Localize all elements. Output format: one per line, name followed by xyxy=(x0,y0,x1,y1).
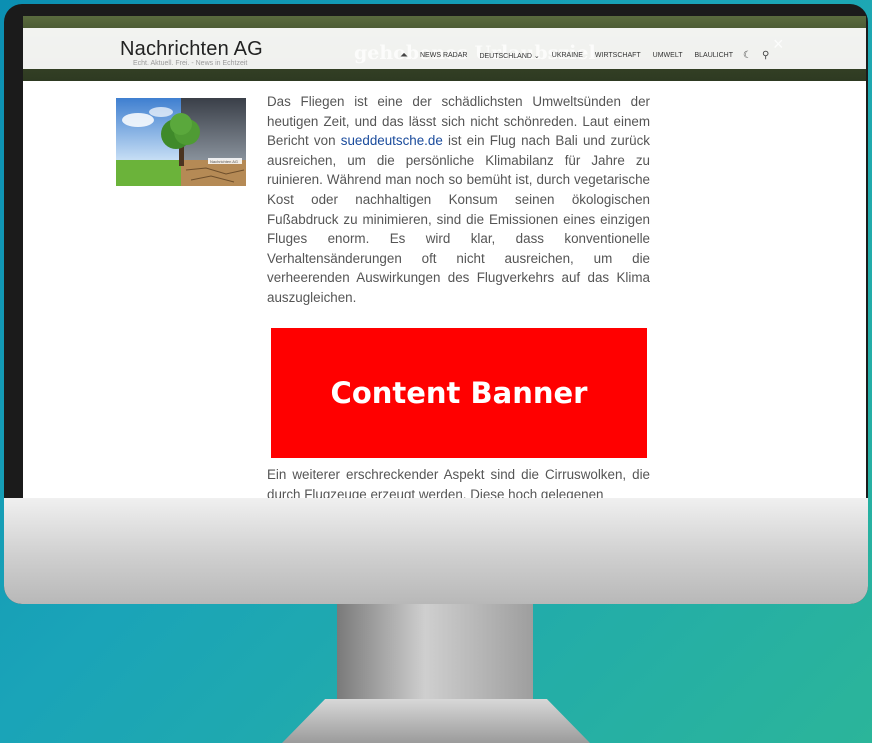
radar-icon: ⏶ xyxy=(400,50,408,61)
content-banner-label: Content Banner xyxy=(330,376,588,410)
nav-item-ukraine[interactable]: UKRAINE xyxy=(552,52,583,59)
site-tagline: Echt. Aktuell. Frei. - News in Echtzeit xyxy=(133,60,248,67)
close-icon[interactable]: × xyxy=(773,34,784,55)
article-text-part-2: ist ein Flug nach Bali und zurück ausrei… xyxy=(267,133,650,305)
content-banner[interactable]: Content Banner xyxy=(271,328,647,458)
nav-item-news-radar[interactable]: NEWS RADAR xyxy=(420,52,467,59)
site-logo-title[interactable]: Nachrichten AG xyxy=(120,38,263,61)
climate-tree-image: Nachrichten AG xyxy=(116,98,246,186)
nav-item-wirtschaft[interactable]: WIRTSCHAFT xyxy=(595,52,641,59)
thumbnail-caption: Nachrichten AG xyxy=(210,159,238,164)
main-nav: ⏶ NEWS RADAR DEUTSCHLAND ⌄ UKRAINE WIRTS… xyxy=(400,50,769,61)
nav-item-umwelt[interactable]: UMWELT xyxy=(653,52,683,59)
article-paragraph-2: Ein weiterer erschreckender Aspekt sind … xyxy=(267,467,650,498)
dark-mode-moon-icon[interactable]: ☾ xyxy=(743,50,752,61)
nav-bar: Nachrichten AG Echt. Aktuell. Frei. - Ne… xyxy=(23,28,866,69)
monitor-stand-base xyxy=(282,699,590,743)
monitor-chin xyxy=(4,498,868,604)
browser-screen: Nachrichten AG Echt. Aktuell. Frei. - Ne… xyxy=(23,16,866,498)
nav-item-blaulicht[interactable]: BLAULICHT xyxy=(694,52,733,59)
article-thumbnail[interactable]: Nachrichten AG xyxy=(116,98,246,186)
site-header: Nachrichten AG Echt. Aktuell. Frei. - Ne… xyxy=(23,16,866,81)
search-icon[interactable]: ⚲ xyxy=(762,50,769,61)
article-paragraph-1: Das Fliegen ist eine der schädlichsten U… xyxy=(267,92,650,308)
monitor-frame: Nachrichten AG Echt. Aktuell. Frei. - Ne… xyxy=(4,4,868,604)
source-link[interactable]: sueddeutsche.de xyxy=(341,133,443,148)
monitor-stand-neck xyxy=(337,604,533,699)
nav-item-deutschland[interactable]: DEUTSCHLAND ⌄ xyxy=(479,52,539,60)
